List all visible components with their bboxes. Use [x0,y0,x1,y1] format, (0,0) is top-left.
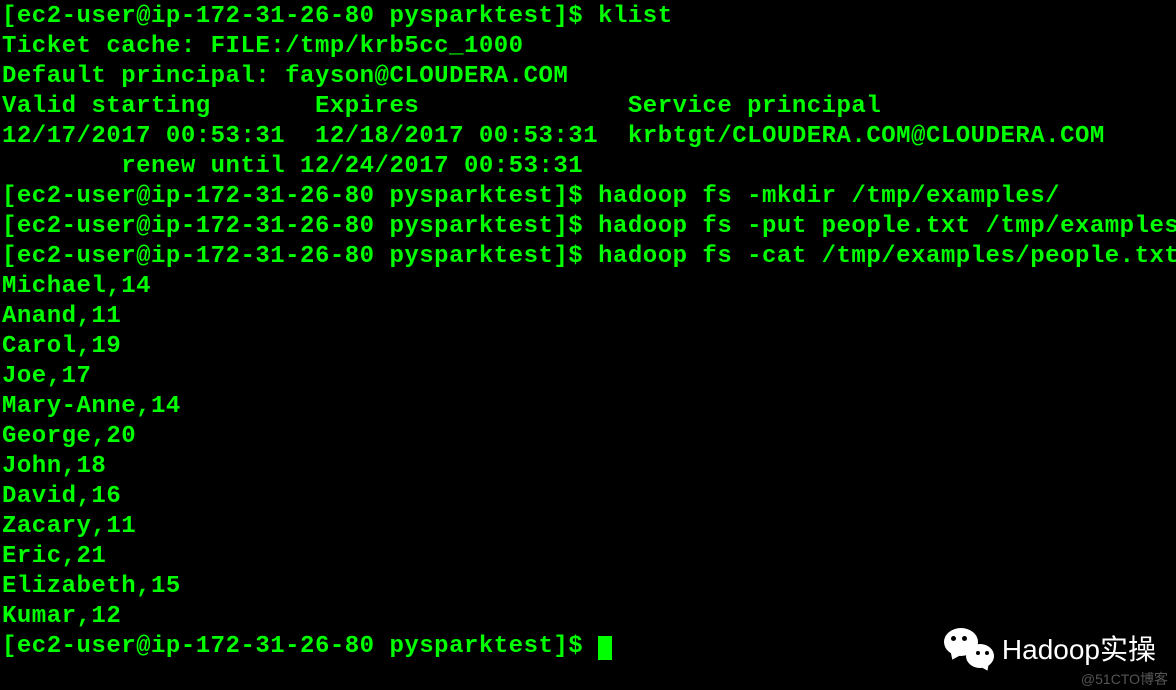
wechat-icon [944,628,994,670]
watermark: Hadoop实操 [944,628,1156,670]
shell-prompt: [ec2-user@ip-172-31-26-80 pysparktest]$ [2,633,598,660]
terminal-output: [ec2-user@ip-172-31-26-80 pysparktest]$ … [2,2,1174,662]
output-line: George,20 [2,422,1174,452]
output-line: David,16 [2,482,1174,512]
output-line: renew until 12/24/2017 00:53:31 [2,152,1174,182]
output-line: [ec2-user@ip-172-31-26-80 pysparktest]$ … [2,2,1174,32]
output-line: Carol,19 [2,332,1174,362]
watermark-text: Hadoop实操 [1002,632,1156,667]
output-line: [ec2-user@ip-172-31-26-80 pysparktest]$ … [2,212,1174,242]
output-line: Anand,11 [2,302,1174,332]
output-line: [ec2-user@ip-172-31-26-80 pysparktest]$ … [2,242,1174,272]
output-line: Zacary,11 [2,512,1174,542]
output-line: Michael,14 [2,272,1174,302]
output-line: Valid starting Expires Service principal [2,92,1174,122]
cursor-icon [598,636,612,660]
output-line: Eric,21 [2,542,1174,572]
output-line: Ticket cache: FILE:/tmp/krb5cc_1000 [2,32,1174,62]
output-line: Default principal: fayson@CLOUDERA.COM [2,62,1174,92]
output-line: 12/17/2017 00:53:31 12/18/2017 00:53:31 … [2,122,1174,152]
output-line: Mary-Anne,14 [2,392,1174,422]
output-line: Elizabeth,15 [2,572,1174,602]
output-line: Joe,17 [2,362,1174,392]
sub-watermark: @51CTO博客 [1081,671,1168,689]
output-line: [ec2-user@ip-172-31-26-80 pysparktest]$ … [2,182,1174,212]
output-line: John,18 [2,452,1174,482]
